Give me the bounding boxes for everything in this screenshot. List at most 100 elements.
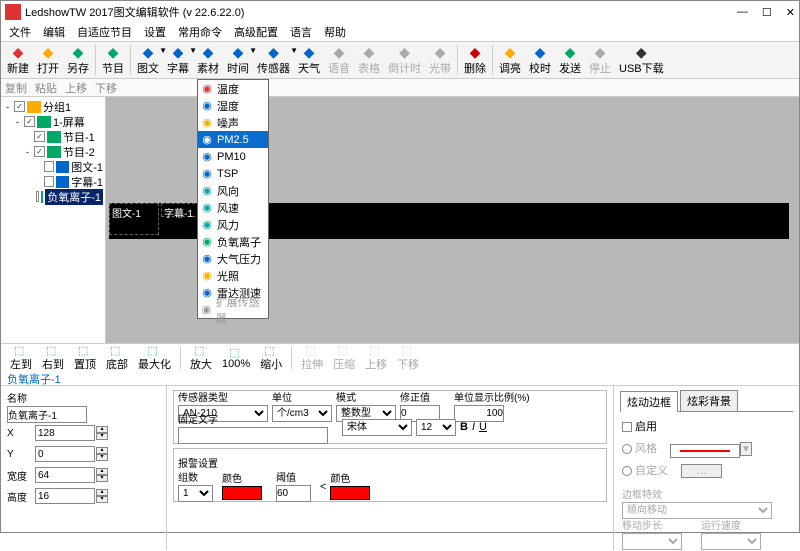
tool-节目[interactable]: ◆节目	[98, 43, 128, 77]
tool-素材[interactable]: ◆素材	[193, 43, 223, 77]
tool-删除[interactable]: ◆删除	[460, 43, 490, 77]
font-select[interactable]: 宋体	[342, 419, 412, 436]
menu-编辑[interactable]: 编辑	[39, 24, 69, 40]
ratio-label: 单位显示比例(%)	[454, 389, 544, 404]
color1-box[interactable]	[222, 486, 262, 500]
btool-左到[interactable]: ⬚左到	[7, 344, 35, 372]
btool-缩小[interactable]: ⬚缩小	[257, 344, 285, 372]
project-tree[interactable]: -✓分组1-✓1-屏幕✓节目-1-✓节目-2图文-1字幕-1负氧离子-1	[1, 97, 106, 343]
style-preview[interactable]	[670, 444, 740, 458]
tool-倒计时: ◆倒计时	[384, 43, 425, 77]
tree-节目-1[interactable]: ✓节目-1	[3, 129, 103, 144]
sensor-item-PM2.5[interactable]: ◉PM2.5	[198, 131, 268, 148]
menu-高级配置[interactable]: 高级配置	[230, 24, 282, 40]
h-label: 高度	[7, 489, 35, 504]
custom-btn[interactable]: …	[681, 464, 722, 478]
x-input[interactable]	[35, 425, 95, 441]
sensor-item-温度[interactable]: ◉温度	[198, 80, 268, 97]
tool-新建[interactable]: ◆新建	[3, 43, 33, 77]
size-select[interactable]: 12	[416, 419, 456, 436]
sensor-item-光照[interactable]: ◉光照	[198, 267, 268, 284]
window-title: LedshowTW 2017图文编辑软件 (v 22.6.22.0)	[25, 4, 737, 20]
tree-字幕-1[interactable]: 字幕-1	[3, 174, 103, 189]
sensor-item-大气压力[interactable]: ◉大气压力	[198, 250, 268, 267]
menu-语言[interactable]: 语言	[286, 24, 316, 40]
btool-上移: ⬚上移	[362, 344, 390, 372]
tree-分组1[interactable]: -✓分组1	[3, 99, 103, 114]
tool-传感器[interactable]: ◆传感器▼	[253, 43, 294, 77]
minimize-button[interactable]: —	[737, 6, 748, 19]
tool-打开[interactable]: ◆打开	[33, 43, 63, 77]
y-label: Y	[7, 449, 35, 460]
sensor-item-负氧离子[interactable]: ◉负氧离子	[198, 233, 268, 250]
fixed-label: 固定文字	[178, 411, 338, 426]
group-select[interactable]: 1	[178, 485, 213, 502]
sensor-item-风向[interactable]: ◉风向	[198, 182, 268, 199]
menu-设置[interactable]: 设置	[140, 24, 170, 40]
tool-另存[interactable]: ◆另存	[63, 43, 93, 77]
subtool-上移: 上移	[65, 80, 87, 96]
color1-label: 颜色	[222, 470, 262, 485]
tree-负氧离子-1[interactable]: 负氧离子-1	[3, 189, 103, 204]
subtool-复制: 复制	[5, 80, 27, 96]
italic-button[interactable]: I	[472, 421, 475, 433]
thresh-input[interactable]	[276, 485, 311, 502]
underline-button[interactable]: U	[479, 421, 487, 433]
enable-check[interactable]	[622, 422, 632, 432]
custom-label: 自定义	[635, 465, 668, 477]
style-dd[interactable]: ▾	[740, 442, 752, 456]
btool-右到[interactable]: ⬚右到	[39, 344, 67, 372]
zone-1[interactable]: 图文-1	[109, 203, 159, 235]
step-select[interactable]	[622, 533, 682, 550]
menu-常用命令[interactable]: 常用命令	[174, 24, 226, 40]
tool-校时[interactable]: ◆校时	[525, 43, 555, 77]
tool-图文[interactable]: ◆图文▼	[133, 43, 163, 77]
tool-天气[interactable]: ◆天气	[294, 43, 324, 77]
menu-文件[interactable]: 文件	[5, 24, 35, 40]
tool-光带: ◆光带	[425, 43, 455, 77]
menu-帮助[interactable]: 帮助	[320, 24, 350, 40]
style-label: 风格	[635, 443, 657, 455]
name-input[interactable]	[7, 406, 87, 423]
bold-button[interactable]: B	[460, 421, 468, 433]
custom-radio[interactable]	[622, 466, 632, 476]
tab-border[interactable]: 炫动边框	[620, 391, 678, 412]
sensor-item-风力[interactable]: ◉风力	[198, 216, 268, 233]
tool-字幕[interactable]: ◆字幕▼	[163, 43, 193, 77]
sensor-item-风速[interactable]: ◉风速	[198, 199, 268, 216]
sensor-item-扩展传感器: ◉扩展传感器	[198, 301, 268, 318]
tree-图文-1[interactable]: 图文-1	[3, 159, 103, 174]
sensor-dropdown[interactable]: ◉温度◉湿度◉噪声◉PM2.5◉PM10◉TSP◉风向◉风速◉风力◉负氧离子◉大…	[197, 79, 269, 319]
fixed-input[interactable]	[178, 427, 328, 444]
sensortype-label: 传感器类型	[178, 389, 268, 404]
close-button[interactable]: ✕	[786, 6, 795, 19]
btool-底部[interactable]: ⬚底部	[103, 344, 131, 372]
menu-自适应节目[interactable]: 自适应节目	[73, 24, 136, 40]
btool-置顶[interactable]: ⬚置顶	[71, 344, 99, 372]
tool-发送[interactable]: ◆发送	[555, 43, 585, 77]
sensor-item-TSP[interactable]: ◉TSP	[198, 165, 268, 182]
sensor-item-PM10[interactable]: ◉PM10	[198, 148, 268, 165]
section-label: 负氧离子-1	[1, 371, 799, 385]
effect-select[interactable]: 顺向移动	[622, 502, 772, 519]
tree-1-屏幕[interactable]: -✓1-屏幕	[3, 114, 103, 129]
tool-调亮[interactable]: ◆调亮	[495, 43, 525, 77]
btool-放大[interactable]: ⬚放大	[187, 344, 215, 372]
btool-100%[interactable]: ⬚100%	[219, 346, 253, 370]
style-radio[interactable]	[622, 444, 632, 454]
sensor-item-湿度[interactable]: ◉湿度	[198, 97, 268, 114]
w-input[interactable]	[35, 467, 95, 483]
sensor-item-噪声[interactable]: ◉噪声	[198, 114, 268, 131]
btool-最大化[interactable]: ⬚最大化	[135, 344, 174, 372]
y-input[interactable]	[35, 446, 95, 462]
speed-select[interactable]	[701, 533, 761, 550]
tool-USB下载[interactable]: ◆USB下载	[615, 43, 668, 77]
tool-时间[interactable]: ◆时间▼	[223, 43, 253, 77]
h-input[interactable]	[35, 488, 95, 504]
enable-label: 启用	[635, 421, 657, 433]
tab-background[interactable]: 炫彩背景	[680, 390, 738, 411]
ratio-input[interactable]	[454, 405, 504, 422]
maximize-button[interactable]: ☐	[762, 6, 772, 19]
tree-节目-2[interactable]: -✓节目-2	[3, 144, 103, 159]
color2-box[interactable]	[330, 486, 370, 500]
